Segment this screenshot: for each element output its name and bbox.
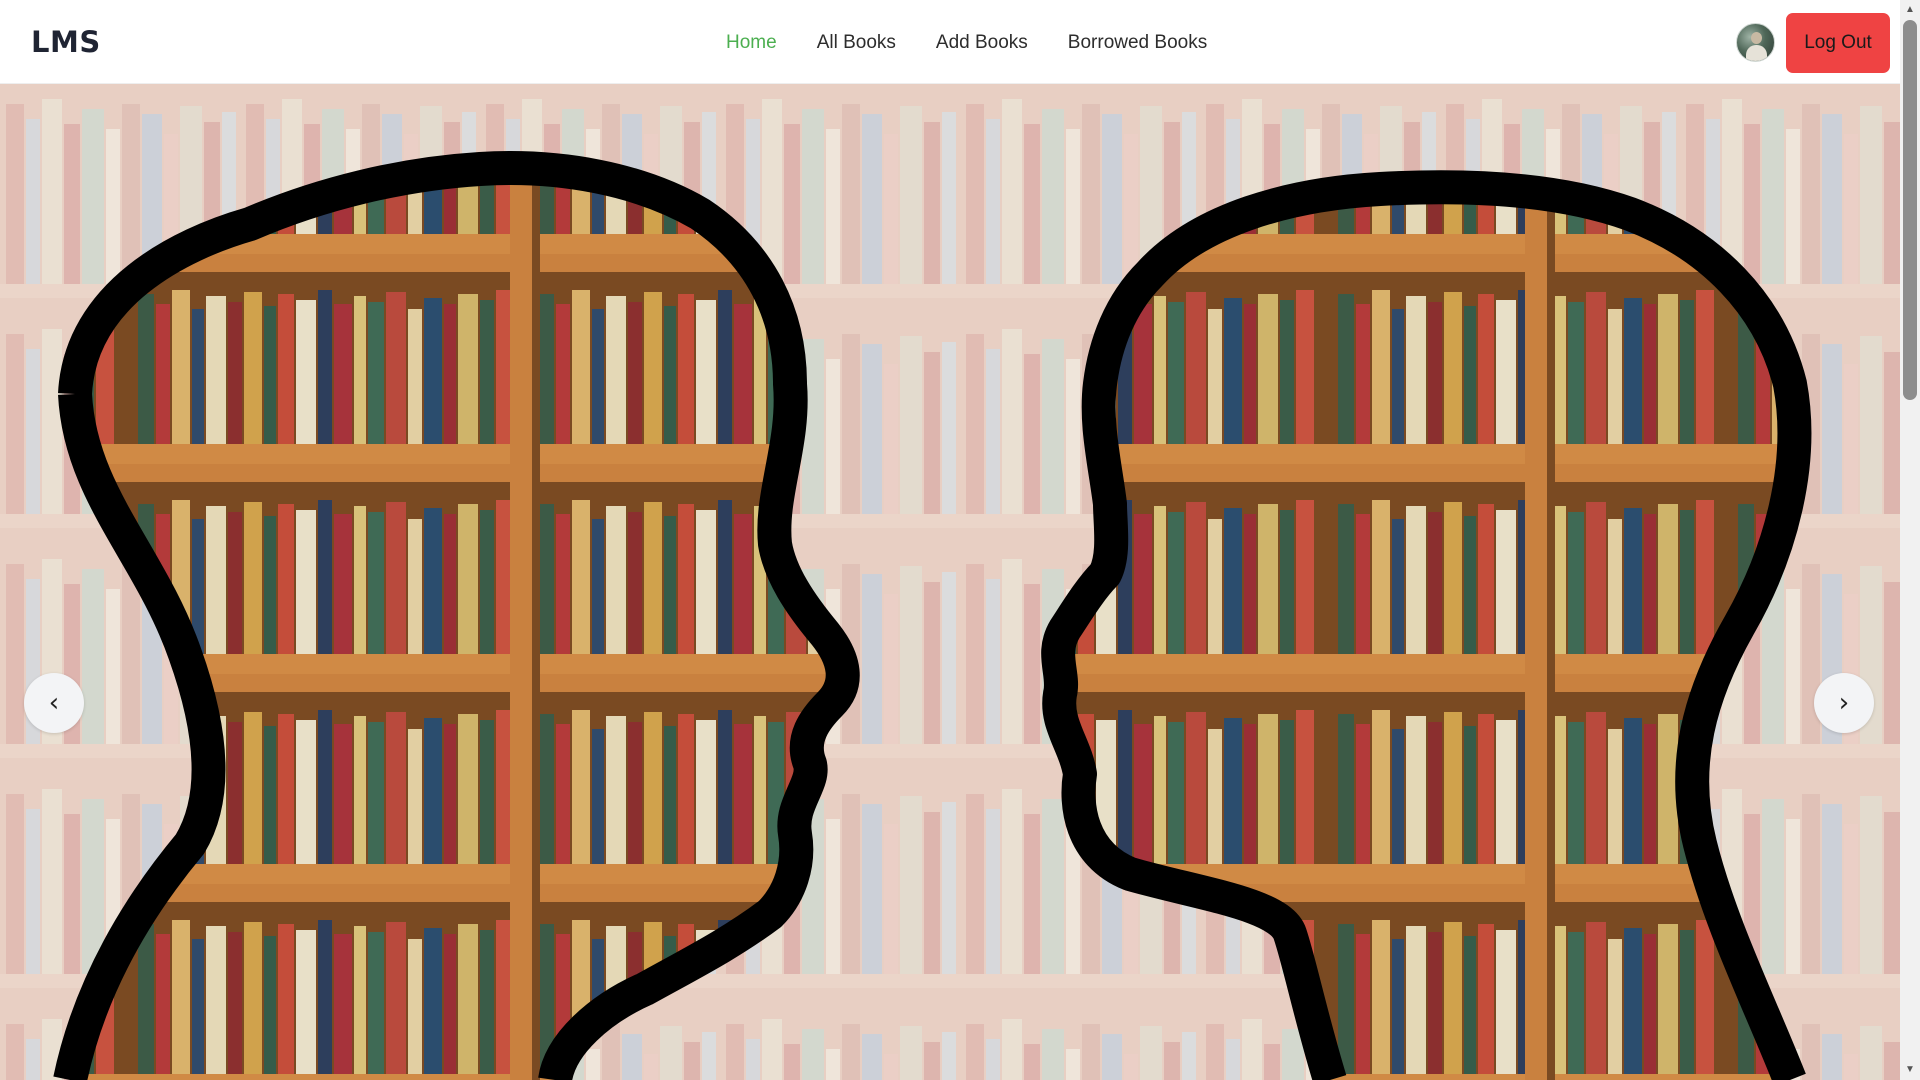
scroll-down-arrow-icon[interactable]: ▼ <box>1900 1062 1920 1078</box>
nav-link-all-books[interactable]: All Books <box>817 32 896 54</box>
page-scrollbar[interactable]: ▲ ▼ <box>1900 0 1920 1080</box>
hero-carousel: ‹ › <box>0 84 1900 1080</box>
nav-links: Home All Books Add Books Borrowed Books <box>726 32 1247 54</box>
user-avatar-icon[interactable] <box>1736 23 1775 62</box>
hero-slide-image <box>0 84 1900 1080</box>
carousel-prev-button[interactable]: ‹ <box>24 673 84 733</box>
scroll-up-arrow-icon[interactable]: ▲ <box>1900 2 1920 18</box>
avatar-head-shape <box>1751 32 1762 44</box>
nav-link-home[interactable]: Home <box>726 32 777 54</box>
scrollbar-thumb[interactable] <box>1903 20 1917 400</box>
nav-link-add-books[interactable]: Add Books <box>936 32 1028 54</box>
navbar: LMS Home All Books Add Books Borrowed Bo… <box>0 0 1900 84</box>
nav-link-borrowed-books[interactable]: Borrowed Books <box>1068 32 1207 54</box>
carousel-next-button[interactable]: › <box>1814 673 1874 733</box>
app-logo[interactable]: LMS <box>31 25 101 59</box>
logout-button[interactable]: Log Out <box>1786 13 1890 73</box>
avatar-body-shape <box>1746 45 1767 61</box>
